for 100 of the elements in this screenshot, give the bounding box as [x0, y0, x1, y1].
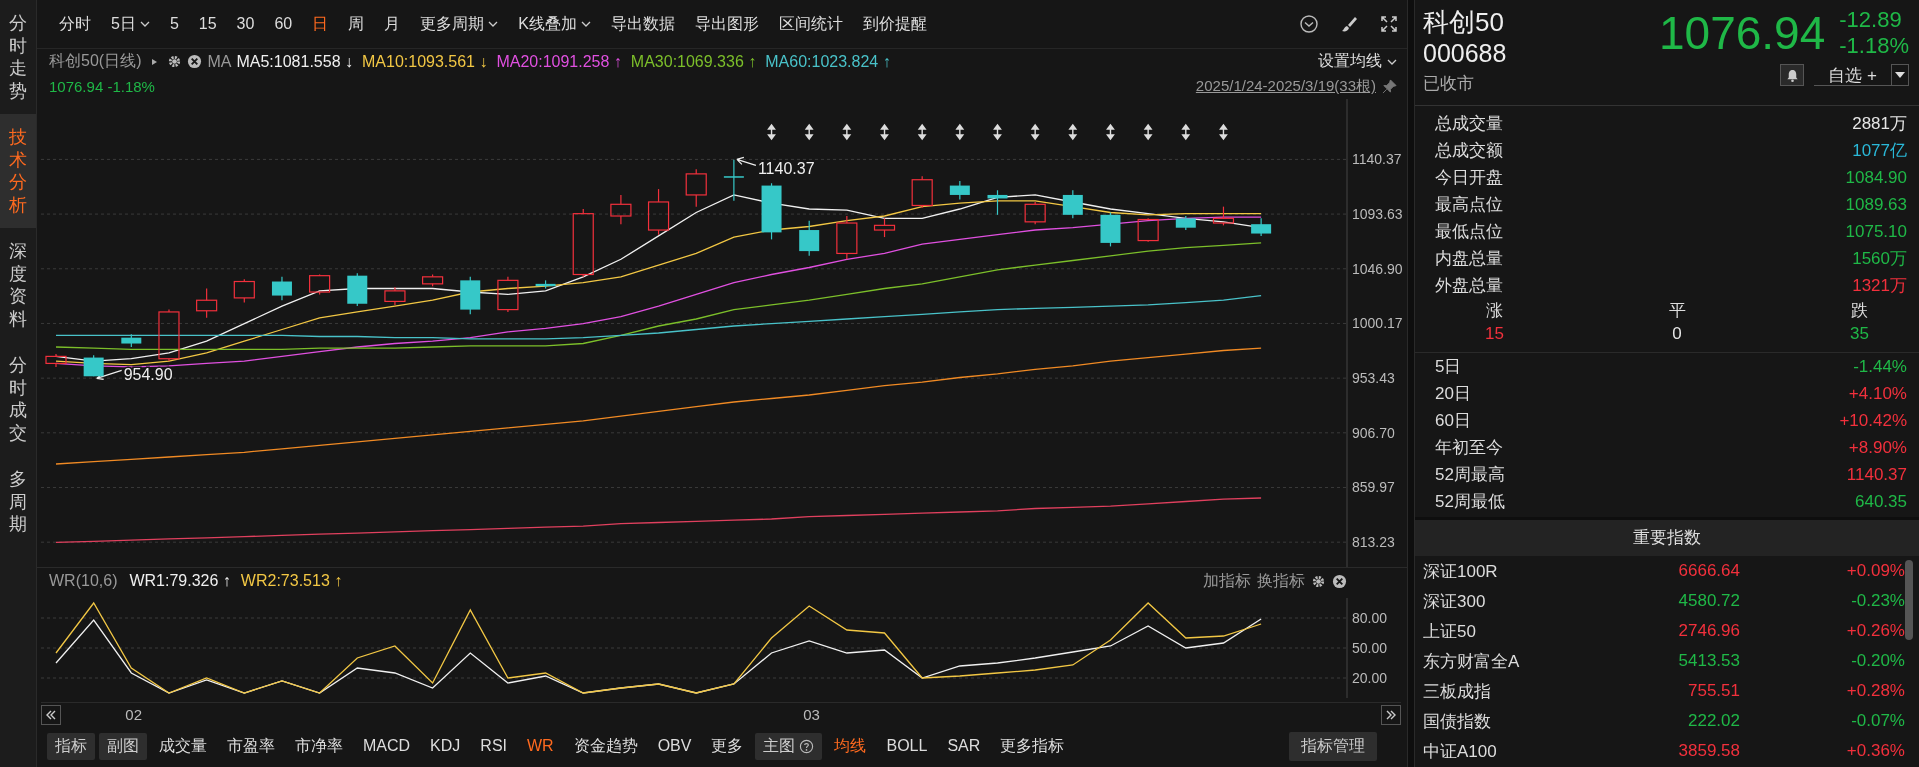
market-status: 已收市 — [1423, 73, 1475, 95]
index-change-cell-text: -0.23% — [1850, 591, 1905, 611]
stat-label: 内盘总量 — [1435, 248, 1503, 270]
index-name-cell[interactable]: 中证A100 — [1423, 739, 1610, 763]
index-change-cell-text: +0.28% — [1845, 681, 1905, 701]
indicator-tab[interactable]: 市盈率 — [219, 732, 283, 760]
triangle-right-icon[interactable] — [150, 57, 159, 66]
period-tab[interactable]: 月 — [376, 9, 409, 39]
price-axis-label: 1046.90 — [1352, 260, 1403, 277]
indicator-tab[interactable]: OBV — [649, 734, 700, 758]
up-down-arrow-icon[interactable] — [1106, 123, 1115, 141]
candlestick — [1175, 215, 1196, 231]
period-tab[interactable]: 区间统计 — [770, 9, 851, 39]
index-name-cell[interactable]: 国债指数 — [1423, 709, 1610, 733]
index-name-cell[interactable]: 深证100R — [1423, 559, 1610, 583]
period-tab[interactable]: 日 — [304, 9, 337, 39]
add-watchlist-button[interactable]: 自选 + — [1814, 64, 1891, 86]
candlestick — [497, 276, 519, 313]
breadth-label: 跌 — [1851, 300, 1869, 322]
side-tab[interactable]: 技术分析 — [0, 114, 36, 228]
up-down-arrow-icon[interactable] — [843, 123, 851, 141]
up-down-arrow-icon[interactable] — [1069, 123, 1077, 141]
period-tab[interactable]: 60 — [266, 11, 301, 37]
period-tab[interactable]: 到价提醒 — [854, 9, 935, 39]
side-tab[interactable]: 分时走势 — [0, 0, 36, 114]
side-tab[interactable]: 深度资料 — [0, 228, 36, 342]
indicator-tab[interactable]: RSI — [472, 734, 515, 758]
period-tab[interactable]: 30 — [228, 11, 263, 37]
indicator-manage-button[interactable]: 指标管理 — [1289, 731, 1377, 761]
alert-button[interactable] — [1780, 64, 1805, 86]
up-down-arrow-icon[interactable] — [1182, 123, 1190, 141]
help-icon[interactable] — [799, 738, 815, 754]
candlestick — [799, 220, 820, 257]
close-circle-icon[interactable] — [1332, 573, 1347, 589]
period-tab[interactable]: 15 — [190, 11, 225, 37]
up-down-arrow-icon[interactable] — [956, 123, 964, 141]
period-tab[interactable]: 周 — [340, 9, 373, 39]
indicator-tab[interactable]: 更多 — [703, 732, 752, 760]
up-down-arrow-icon[interactable] — [993, 123, 1002, 141]
scroll-left-button[interactable] — [41, 705, 61, 725]
close-circle-icon[interactable] — [187, 54, 203, 69]
period-tab[interactable]: 5日 — [103, 9, 158, 39]
indicator-tab[interactable]: 均线 — [826, 732, 875, 760]
up-down-arrow-icon[interactable] — [880, 123, 889, 141]
up-down-arrow-icon[interactable] — [1144, 123, 1152, 141]
candlestick — [271, 276, 292, 301]
scroll-right-button[interactable] — [1381, 705, 1401, 725]
index-name-cell[interactable]: 三板成指 — [1423, 679, 1610, 703]
gear-icon[interactable] — [167, 54, 183, 69]
percent-change: -1.18% — [1839, 33, 1909, 59]
side-tab[interactable]: 多周期 — [0, 456, 36, 548]
index-name-cell[interactable]: 上证50 — [1423, 619, 1610, 643]
indicator-tab[interactable]: 市净率 — [287, 732, 351, 760]
fullscreen-icon[interactable] — [1379, 14, 1399, 34]
index-name-cell[interactable]: 东方财富全A — [1423, 649, 1610, 673]
period-tab[interactable]: 导出数据 — [602, 9, 683, 39]
side-tab[interactable]: 分时成交 — [0, 342, 36, 456]
ma-value: MA10:1093.561 ↓ — [362, 52, 488, 71]
ma-settings-dropdown[interactable]: 设置均线 — [1318, 51, 1397, 72]
candlestick — [761, 182, 782, 240]
indicator-tab[interactable]: KDJ — [422, 734, 469, 758]
index-value-cell-text: 6666.64 — [1677, 561, 1740, 581]
scrollbar-thumb[interactable] — [1905, 560, 1913, 640]
gear-icon[interactable] — [1311, 573, 1326, 589]
candlestick — [987, 189, 1008, 216]
indicator-group-tag[interactable]: 指标 — [47, 732, 95, 760]
return-value: 640.35 — [1855, 491, 1907, 512]
period-tab[interactable]: 5 — [161, 11, 187, 37]
index-value-cell-text: 755.51 — [1687, 681, 1740, 701]
up-down-arrow-icon[interactable] — [805, 123, 813, 141]
indicator-group-tag[interactable]: 副图 — [99, 732, 147, 760]
indicator-tab[interactable]: BOLL — [878, 734, 936, 758]
watchlist-dropdown-button[interactable] — [1891, 64, 1909, 86]
indicator-group-tag[interactable]: 主图 — [755, 732, 823, 760]
chevron-down-circle-icon[interactable] — [1299, 14, 1319, 34]
period-tab[interactable]: 导出图形 — [686, 9, 767, 39]
indicator-tab[interactable]: WR — [519, 734, 562, 758]
date-range-link[interactable]: 2025/1/24-2025/3/19(33根) — [1195, 77, 1376, 96]
period-tab[interactable]: 分时 — [51, 9, 99, 39]
index-name-cell[interactable]: 深证300 — [1423, 589, 1610, 613]
indicator-tab[interactable]: 成交量 — [151, 732, 215, 760]
period-tab[interactable]: K线叠加 — [510, 9, 599, 39]
period-tab[interactable]: 更多周期 — [412, 9, 507, 39]
indicator-tab[interactable]: 资金趋势 — [565, 732, 646, 760]
indicator-tab[interactable]: MACD — [355, 734, 419, 758]
indicator-tab[interactable]: SAR — [939, 734, 989, 758]
candlestick — [422, 273, 444, 287]
indicator-axis-label: 50.00 — [1352, 640, 1388, 656]
stat-value: 1084.90 — [1845, 167, 1907, 188]
up-down-arrow-icon[interactable] — [1219, 123, 1228, 141]
switch-indicator-link[interactable]: 换指标 — [1257, 570, 1305, 592]
stat-value: 1075.10 — [1845, 221, 1907, 242]
add-indicator-link[interactable]: 加指标 — [1203, 570, 1251, 592]
up-down-arrow-icon[interactable] — [918, 123, 926, 141]
indicator-tab[interactable]: 更多指标 — [992, 732, 1073, 760]
up-down-arrow-icon[interactable] — [1031, 123, 1039, 141]
pin-icon[interactable] — [1382, 79, 1397, 94]
price-change-text: 1076.94 -1.18% — [49, 78, 155, 95]
double-chevron-left-icon — [45, 709, 57, 721]
up-down-arrow-icon[interactable] — [767, 123, 776, 141]
